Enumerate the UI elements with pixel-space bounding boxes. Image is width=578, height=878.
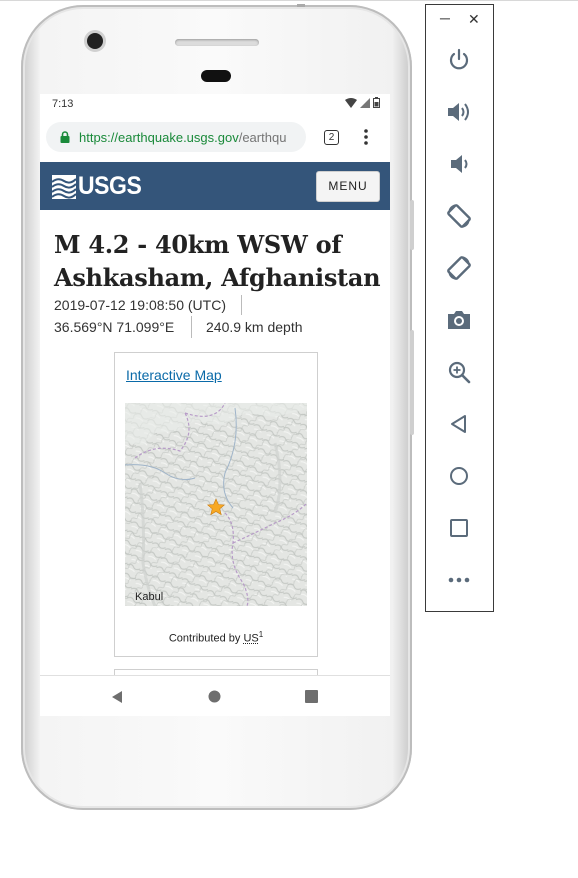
back-icon — [451, 415, 466, 433]
contributor-footnote: 1 — [258, 630, 264, 639]
menu-button[interactable]: MENU — [316, 171, 380, 202]
panel-back-button[interactable] — [445, 410, 473, 438]
panel-more-button[interactable] — [445, 566, 473, 594]
event-coordinates: 36.569°N 71.099°E — [54, 319, 175, 335]
contributor-link[interactable]: US — [243, 633, 258, 645]
url-path: /earthqu — [238, 130, 287, 145]
recents-icon[interactable] — [305, 690, 318, 703]
wifi-icon — [345, 97, 357, 108]
panel-overview-button[interactable] — [445, 514, 473, 542]
interactive-map-link[interactable]: Interactive Map — [126, 367, 222, 383]
status-time: 7:13 — [52, 98, 74, 110]
android-nav-bar — [40, 675, 390, 716]
event-depth: 240.9 km depth — [206, 319, 303, 335]
camera-icon — [448, 311, 470, 329]
battery-icon — [373, 97, 380, 108]
usgs-header: USGS MENU — [40, 162, 390, 210]
map-card: Interactive Map Kabul Contributed by US1 — [114, 352, 318, 657]
rotate-left-icon — [447, 204, 471, 228]
screenshot-button[interactable] — [445, 306, 473, 334]
close-icon[interactable]: ✕ — [468, 11, 480, 28]
volume-up-icon — [448, 103, 469, 121]
contributed-prefix: Contributed by — [168, 632, 244, 645]
minimize-icon[interactable]: ─ — [440, 10, 450, 26]
front-camera — [87, 33, 103, 49]
emulator-control-panel: ─ ✕ — [425, 4, 494, 612]
page-title: M 4.2 - 40km WSW of Ashkasham, Afghanist… — [54, 230, 381, 292]
lock-icon — [60, 131, 70, 143]
rotate-left-button[interactable] — [445, 202, 473, 230]
rotate-right-button[interactable] — [445, 254, 473, 282]
volume-down-icon — [451, 155, 468, 173]
usgs-wave-icon — [52, 174, 76, 199]
volume-down-button[interactable] — [445, 150, 473, 178]
map-place-label: Kabul — [135, 591, 164, 603]
tab-switcher-button[interactable]: 2 — [324, 130, 339, 145]
zoom-icon — [448, 361, 471, 384]
power-button[interactable] — [445, 46, 473, 74]
map-thumbnail[interactable]: Kabul — [125, 403, 307, 606]
meta-divider — [241, 295, 242, 315]
address-bar[interactable]: https://earthquake.usgs.gov/earthqu — [46, 122, 306, 152]
more-icon — [448, 577, 470, 583]
earpiece-speaker — [175, 39, 259, 46]
event-datetime: 2019-07-12 19:08:50 (UTC) — [54, 297, 226, 313]
phone-top-notch — [297, 4, 305, 7]
signal-icon — [360, 97, 370, 108]
meta-divider — [191, 316, 192, 338]
browser-toolbar: https://earthquake.usgs.gov/earthqu 2 — [40, 114, 390, 162]
proximity-sensor — [201, 70, 231, 82]
power-icon — [449, 48, 469, 70]
terrain-map-image — [125, 403, 307, 606]
phone-side-button-lower — [410, 330, 414, 435]
url-text[interactable]: https://earthquake.usgs.gov/earthqu — [79, 130, 286, 145]
volume-up-button[interactable] — [445, 98, 473, 126]
rotate-right-icon — [447, 256, 471, 280]
url-host: https://earthquake.usgs.gov — [79, 130, 239, 145]
phone-side-button-upper — [410, 200, 414, 250]
overflow-menu-icon[interactable] — [358, 128, 374, 146]
usgs-logo[interactable]: USGS — [52, 172, 147, 201]
zoom-button[interactable] — [445, 358, 473, 386]
home-icon[interactable] — [208, 690, 221, 703]
panel-home-button[interactable] — [445, 462, 473, 490]
window-top-border — [0, 0, 578, 1]
status-bar: 7:13 — [40, 94, 390, 114]
home-icon — [450, 467, 468, 485]
overview-icon — [450, 519, 468, 537]
contributed-by: Contributed by US1 — [115, 630, 317, 645]
phone-screen: 7:13 https://earthquake.usgs.gov/earthqu… — [40, 94, 390, 716]
usgs-logo-text: USGS — [78, 172, 142, 200]
back-icon[interactable] — [110, 690, 124, 704]
